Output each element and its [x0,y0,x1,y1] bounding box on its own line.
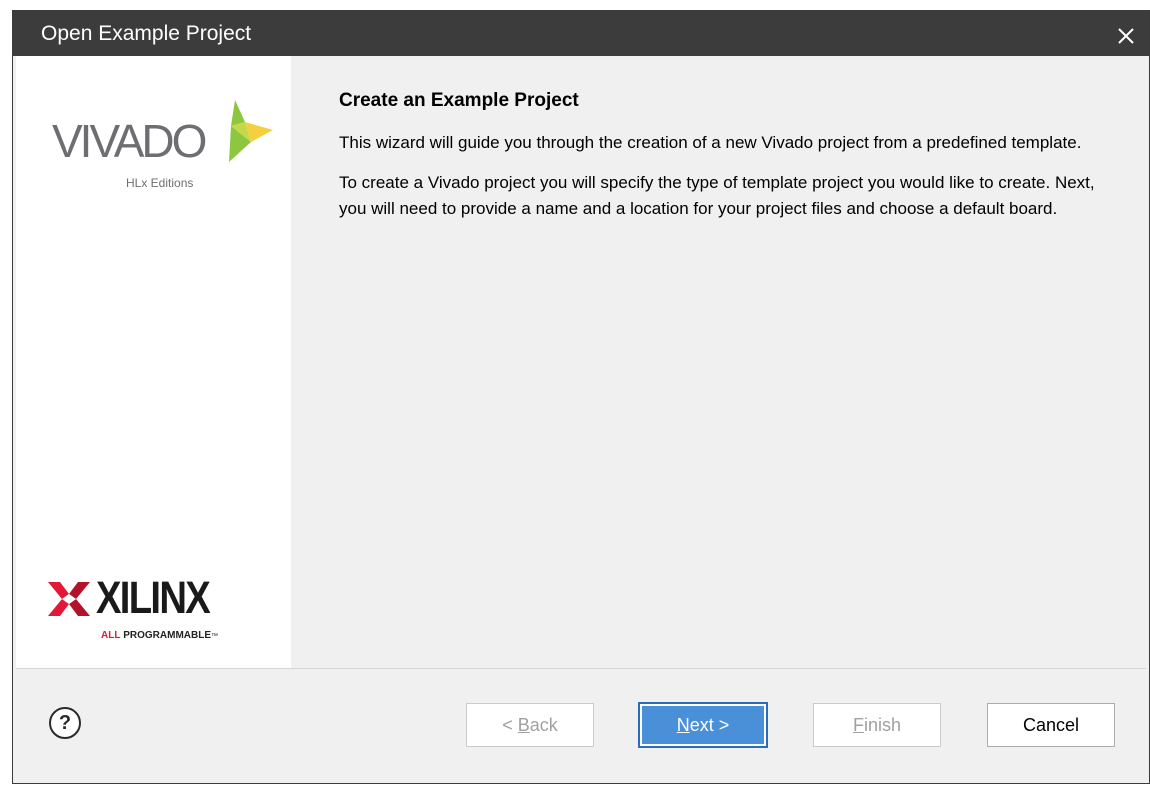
instructions-paragraph: To create a Vivado project you will spec… [339,173,1095,218]
xilinx-mark-icon [48,582,90,616]
branding-panel: VIVADO HLx Editions XILINX ALL PROGRAMMA… [16,56,291,668]
wizard-content: Create an Example Project This wizard wi… [339,90,1099,236]
vivado-product-name: VIVADO [52,115,207,167]
title-bar[interactable]: Open Example Project [13,10,1149,56]
close-icon [1118,28,1134,44]
vivado-mark-icon [229,100,273,162]
xilinx-logo: XILINX ALL PROGRAMMABLE™ [48,574,278,654]
footer-divider [16,668,1146,669]
close-button[interactable] [1103,10,1149,56]
finish-button[interactable]: Finish [813,703,941,747]
cancel-button[interactable]: Cancel [987,703,1115,747]
next-button[interactable]: Next > [639,703,767,747]
vivado-logo: VIVADO HLx Editions [52,100,274,190]
page-heading: Create an Example Project [339,90,579,111]
intro-paragraph: This wizard will guide you through the c… [339,133,1082,152]
help-button[interactable]: ? [49,707,81,739]
vivado-edition: HLx Editions [126,176,194,190]
help-icon: ? [58,712,72,734]
back-button[interactable]: < Back [466,703,594,747]
xilinx-tagline: ALL PROGRAMMABLE™ [101,630,219,641]
dialog-window: Open Example Project VIVADO HLx Editions [12,10,1150,784]
window-title: Open Example Project [41,22,252,45]
xilinx-company-name: XILINX [96,572,211,623]
